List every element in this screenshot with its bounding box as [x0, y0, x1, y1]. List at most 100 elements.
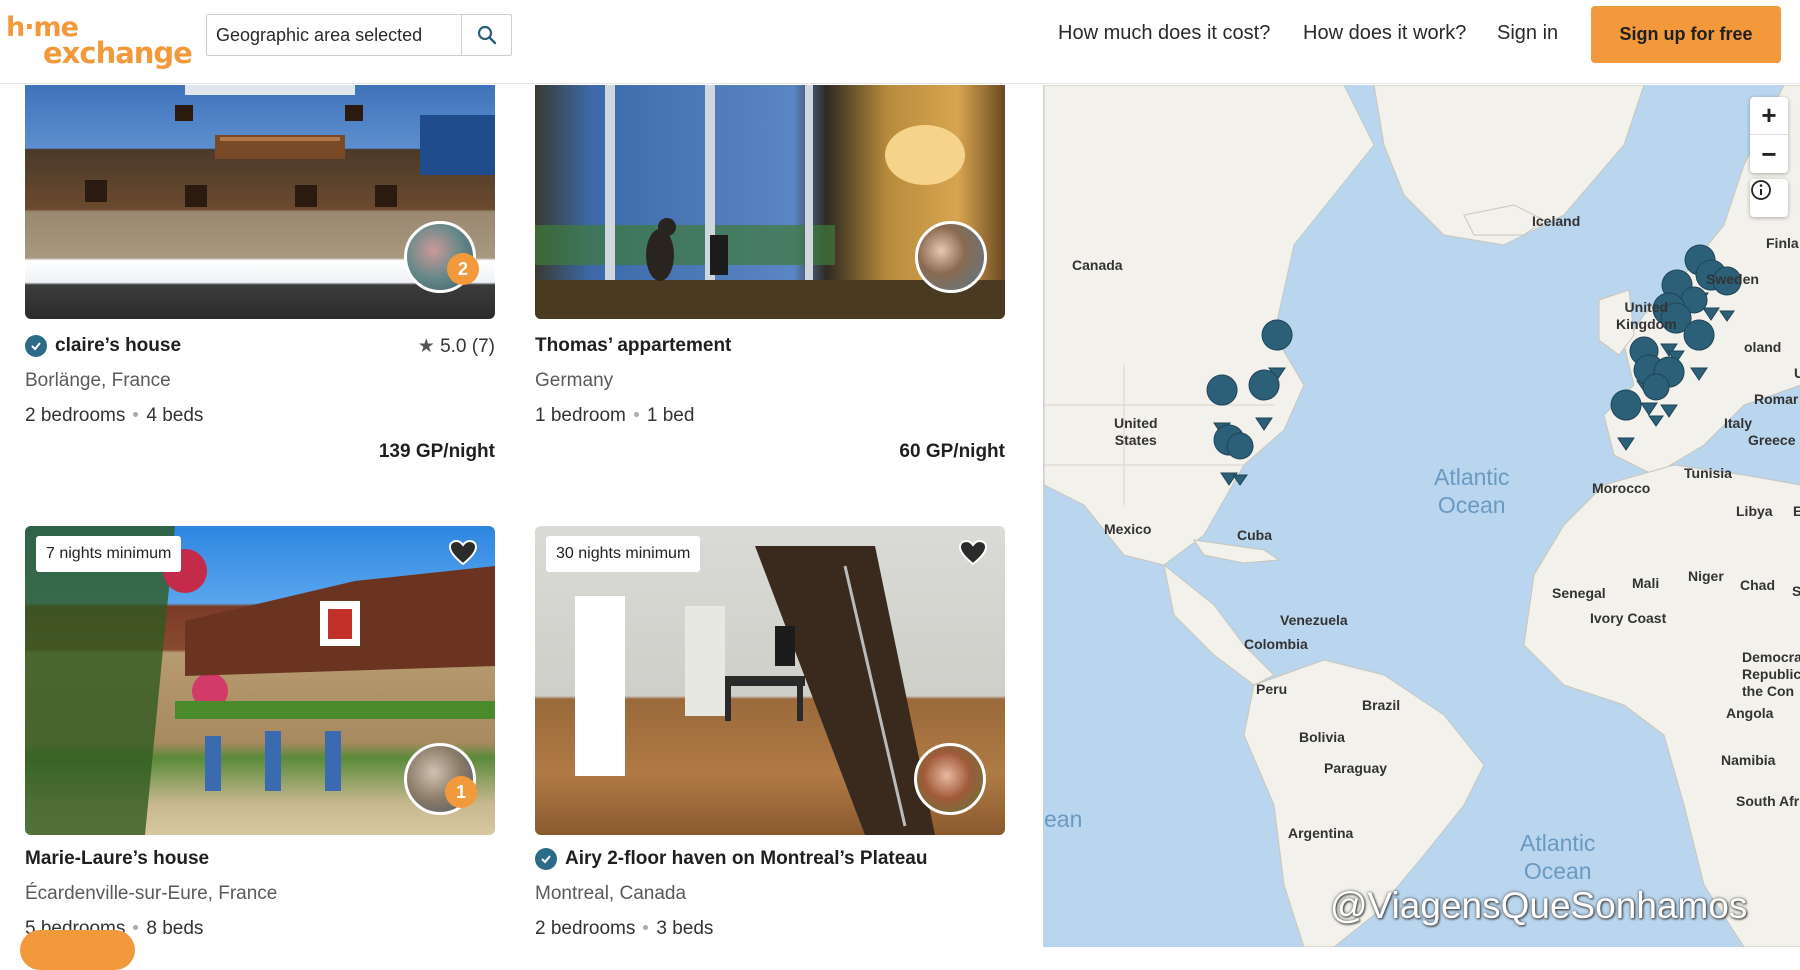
listing-location: Borlänge, France: [25, 370, 171, 391]
map-label-angola: Angola: [1726, 705, 1774, 721]
listing-title-row[interactable]: Thomas’ appartement: [535, 335, 731, 357]
map-label-atlantic-north: Atlantic Ocean: [1434, 464, 1510, 518]
favorite-heart-icon[interactable]: [958, 539, 988, 571]
host-badge-count: 1: [445, 776, 477, 808]
beds-count: 8 beds: [146, 918, 204, 939]
beds-count: 1 bed: [646, 405, 695, 426]
map-zoom-controls: + −: [1750, 97, 1788, 173]
search-input[interactable]: [207, 15, 462, 55]
listing-photo[interactable]: 30 nights minimum: [535, 526, 1005, 835]
separator-dot: [133, 925, 139, 930]
star-icon: ★: [417, 336, 435, 357]
nav-how-much-cost[interactable]: How much does it cost?: [1058, 22, 1270, 45]
map-label-south-africa: South Afr: [1736, 793, 1800, 809]
homeexchange-logo[interactable]: h·me exchange: [6, 10, 193, 70]
map-label-argentina: Argentina: [1288, 825, 1354, 841]
listing-rating: ★ 5.0 (7): [418, 335, 495, 358]
listing-rooms: 2 bedrooms 4 beds: [25, 405, 203, 427]
host-badge-count: 2: [447, 253, 479, 285]
listing-location: Germany: [535, 370, 614, 391]
map-label-chad: Chad: [1740, 577, 1775, 593]
map-label-drc: Democra Republic the Con: [1742, 649, 1800, 699]
map-label-us: United States: [1114, 415, 1158, 448]
map-label-colombia: Colombia: [1244, 636, 1308, 652]
map-label-namibia: Namibia: [1721, 752, 1776, 768]
map-label-mexico: Mexico: [1104, 521, 1152, 537]
map-label-morocco: Morocco: [1592, 480, 1651, 496]
listing-title: Thomas’ appartement: [535, 335, 732, 356]
separator-dot: [133, 412, 139, 417]
listing-price: 60 GP/night: [899, 441, 1005, 462]
listing-title-row[interactable]: Marie-Laure’s house: [25, 848, 209, 870]
listing-title: claire’s house: [55, 335, 182, 356]
map-label-poland: oland: [1744, 339, 1782, 355]
zoom-in-button[interactable]: +: [1750, 97, 1788, 135]
listing-location: Montreal, Canada: [535, 883, 687, 904]
map-label-cuba: Cuba: [1237, 527, 1272, 543]
listing-photo[interactable]: [535, 85, 1005, 319]
listing-rooms: 2 bedrooms 3 beds: [535, 918, 713, 940]
map-label-romania: Romar: [1754, 391, 1799, 407]
map-label-venezuela: Venezuela: [1280, 612, 1348, 628]
sign-up-button[interactable]: Sign up for free: [1591, 6, 1781, 63]
map-label-canada: Canada: [1072, 257, 1123, 273]
nav-how-it-works[interactable]: How does it work?: [1303, 22, 1466, 45]
top-header: h·me exchange How much does it cost? How…: [0, 0, 1800, 84]
floating-map-toggle[interactable]: [20, 930, 135, 970]
map-label-niger: Niger: [1688, 568, 1724, 584]
listing-price: 139 GP/night: [378, 441, 495, 462]
map-label-sweden: Sweden: [1706, 271, 1759, 287]
map-label-e: E: [1793, 503, 1800, 520]
map-label-u: U: [1794, 365, 1800, 382]
listing-location: Écardenville-sur-Eure, France: [25, 883, 278, 904]
listing-title-row[interactable]: claire’s house: [25, 335, 181, 357]
rating-value: 5.0 (7): [440, 336, 495, 357]
listing-photo[interactable]: 7 nights minimum 1: [25, 526, 495, 835]
bedrooms-count: 2 bedrooms: [535, 918, 636, 939]
favorite-heart-icon[interactable]: [448, 539, 478, 571]
zoom-out-button[interactable]: −: [1750, 135, 1788, 173]
beds-count: 4 beds: [146, 405, 204, 426]
listing-photo[interactable]: 2: [25, 85, 495, 319]
map-label-brazil: Brazil: [1362, 697, 1401, 713]
listing-rooms: 1 bedroom 1 bed: [535, 405, 694, 427]
map-label-paraguay: Paraguay: [1324, 760, 1388, 776]
minimum-nights-badge: 30 nights minimum: [546, 536, 701, 572]
verified-check-icon: [535, 848, 557, 870]
map-label-finland: Finla: [1766, 235, 1799, 251]
map-label-libya: Libya: [1736, 503, 1773, 519]
search-button[interactable]: [461, 15, 511, 55]
listings-panel: 2 claire’s house ★ 5.0 (7) Borlänge, Fra…: [0, 85, 1043, 947]
nav-sign-in[interactable]: Sign in: [1497, 22, 1558, 45]
map-label-ocean-edge: ean: [1044, 806, 1083, 832]
beds-count: 3 beds: [656, 918, 714, 939]
info-icon: [1751, 180, 1771, 200]
map-label-uk: United Kingdom: [1616, 299, 1677, 332]
map-label-greece: Greece: [1748, 432, 1796, 448]
listing-title: Marie-Laure’s house: [25, 848, 210, 869]
map-label-senegal: Senegal: [1552, 585, 1606, 601]
bedrooms-count: 1 bedroom: [535, 405, 626, 426]
logo-line-2: exchange: [43, 36, 193, 70]
map-label-iceland: Iceland: [1532, 213, 1581, 229]
map-label-peru: Peru: [1256, 681, 1288, 697]
host-avatar[interactable]: [914, 743, 986, 815]
separator-dot: [633, 412, 639, 417]
watermark-text: @ViagensQueSonhamos: [1330, 885, 1748, 926]
map-label-atlantic-south: Atlantic Ocean: [1520, 830, 1596, 884]
map-landmass: [1044, 85, 1800, 947]
listing-title: Airy 2-floor haven on Montreal’s Plateau: [565, 848, 928, 869]
bedrooms-count: 2 bedrooms: [25, 405, 126, 426]
minimum-nights-badge: 7 nights minimum: [36, 536, 182, 572]
map-label-ivory-coast: Ivory Coast: [1590, 610, 1667, 626]
search-icon: [477, 25, 496, 45]
map-panel[interactable]: Iceland Canada Finla Sweden United Kingd…: [1043, 85, 1800, 947]
map-label-italy: Italy: [1724, 415, 1753, 431]
host-avatar[interactable]: [915, 221, 987, 293]
map-label-s: S: [1792, 583, 1800, 600]
search-bar: [206, 14, 512, 56]
map-info-button[interactable]: [1750, 179, 1788, 217]
verified-check-icon: [25, 335, 47, 357]
listing-title-row[interactable]: Airy 2-floor haven on Montreal’s Plateau: [535, 848, 927, 870]
separator-dot: [643, 925, 649, 930]
